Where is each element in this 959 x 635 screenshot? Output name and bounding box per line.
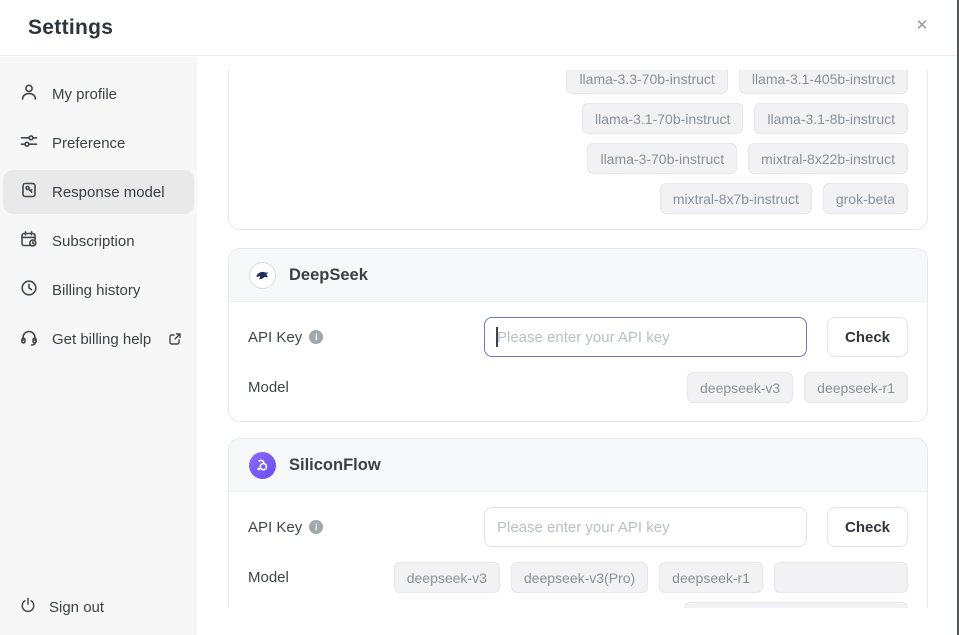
scroll-viewport[interactable]: llama-3.3-70b-instruct llama-3.1-405b-in… xyxy=(228,70,928,608)
model-chip[interactable]: deepseek-r1 xyxy=(659,562,763,593)
model-chip[interactable]: llama-3.1-8b-instruct xyxy=(754,103,908,134)
model-chip[interactable]: llama-3.3-70b-instruct xyxy=(566,70,727,94)
close-icon[interactable]: ✕ xyxy=(911,15,933,37)
provider-card-siliconflow: SiliconFlow API Key i Check Mo xyxy=(228,438,928,608)
model-chip-partial[interactable] xyxy=(684,602,908,608)
sidebar: My profile Preference Respo xyxy=(0,57,197,635)
api-key-input-wrap xyxy=(484,317,807,357)
model-chip[interactable]: llama-3.1-70b-instruct xyxy=(582,103,743,134)
sign-out-label: Sign out xyxy=(49,599,104,616)
check-button[interactable]: Check xyxy=(827,317,908,357)
sidebar-item-my-profile[interactable]: My profile xyxy=(3,72,194,116)
model-chip-partial[interactable] xyxy=(774,562,908,593)
provider-header: SiliconFlow xyxy=(229,439,927,492)
sidebar-item-label: Billing history xyxy=(52,282,140,299)
clock-icon xyxy=(19,278,39,302)
provider-title: DeepSeek xyxy=(289,266,368,285)
check-button[interactable]: Check xyxy=(827,507,908,547)
api-key-label: API Key xyxy=(248,519,302,536)
model-chip[interactable]: llama-3.1-405b-instruct xyxy=(739,70,908,94)
model-label: Model xyxy=(248,372,289,403)
model-label: Model xyxy=(248,562,289,593)
api-key-input[interactable] xyxy=(484,317,807,357)
sidebar-item-billing-history[interactable]: Billing history xyxy=(3,268,194,312)
model-key-icon xyxy=(19,180,39,204)
power-icon xyxy=(19,596,37,618)
sidebar-item-label: My profile xyxy=(52,86,117,103)
sidebar-item-label: Preference xyxy=(52,135,125,152)
text-caret xyxy=(496,327,498,347)
api-key-input[interactable] xyxy=(484,507,807,547)
provider-card-partial: llama-3.3-70b-instruct llama-3.1-405b-in… xyxy=(228,70,928,230)
provider-card-deepseek: DeepSeek API Key i Check xyxy=(228,248,928,422)
model-chip[interactable]: llama-3-70b-instruct xyxy=(587,143,737,174)
sidebar-item-response-model[interactable]: Response model xyxy=(3,170,194,214)
sidebar-item-label: Subscription xyxy=(52,233,135,250)
headset-icon xyxy=(19,327,39,351)
sidebar-item-label: Get billing help xyxy=(52,331,151,348)
settings-dialog: Settings ✕ My profile Prefere xyxy=(0,0,959,635)
calendar-clock-icon xyxy=(19,229,39,253)
sidebar-item-label: Response model xyxy=(52,184,165,201)
external-link-icon xyxy=(168,332,182,346)
model-chip[interactable]: grok-beta xyxy=(823,183,908,214)
sign-out-button[interactable]: Sign out xyxy=(19,593,104,621)
model-chip[interactable]: mixtral-8x7b-instruct xyxy=(660,183,812,214)
main-content: llama-3.3-70b-instruct llama-3.1-405b-in… xyxy=(197,57,959,635)
sidebar-item-subscription[interactable]: Subscription xyxy=(3,219,194,263)
sliders-icon xyxy=(19,131,39,155)
info-icon[interactable]: i xyxy=(309,520,323,534)
provider-header: DeepSeek xyxy=(229,249,927,302)
model-chip[interactable]: mixtral-8x22b-instruct xyxy=(748,143,908,174)
model-chip[interactable]: deepseek-v3(Pro) xyxy=(511,562,648,593)
api-key-input-wrap xyxy=(484,507,807,547)
sidebar-item-preference[interactable]: Preference xyxy=(3,121,194,165)
info-icon[interactable]: i xyxy=(309,330,323,344)
siliconflow-logo-icon xyxy=(249,452,276,479)
model-chip[interactable]: deepseek-v3 xyxy=(687,372,793,403)
sidebar-item-get-billing-help[interactable]: Get billing help xyxy=(3,317,194,361)
user-icon xyxy=(19,82,39,106)
model-chip[interactable]: deepseek-r1 xyxy=(804,372,908,403)
provider-title: SiliconFlow xyxy=(289,456,381,475)
deepseek-logo-icon xyxy=(249,262,276,289)
page-title: Settings xyxy=(28,0,113,55)
dialog-header: Settings ✕ xyxy=(0,0,959,56)
model-chip[interactable]: deepseek-v3 xyxy=(394,562,500,593)
api-key-label: API Key xyxy=(248,329,302,346)
